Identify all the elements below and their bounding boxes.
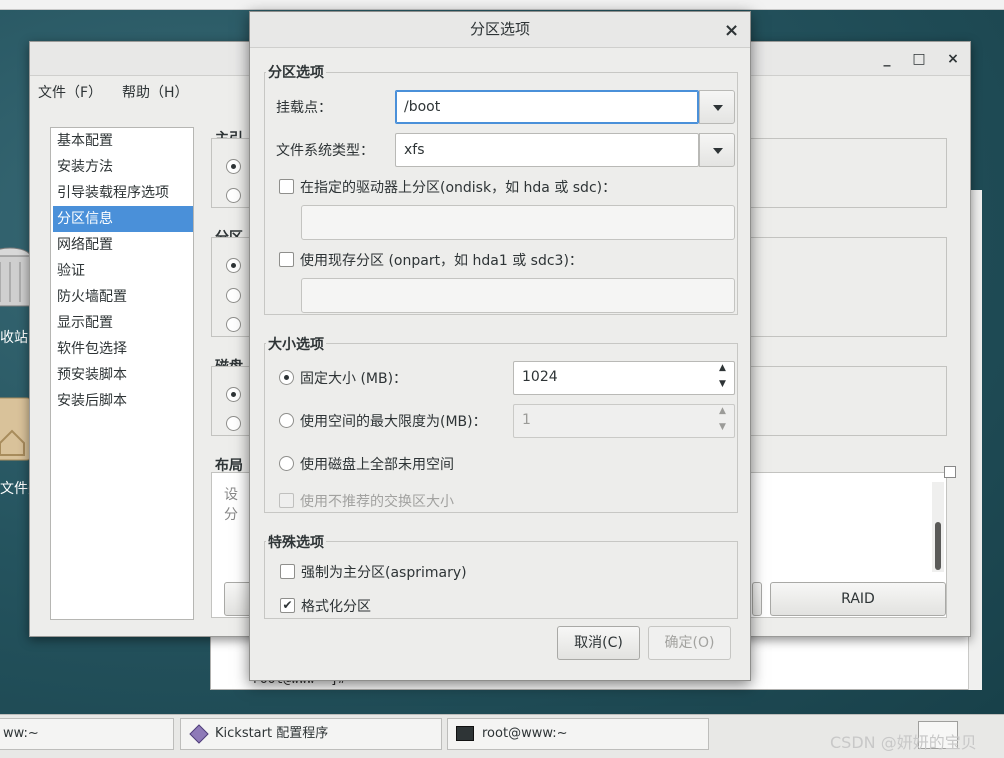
max-size-radio[interactable] xyxy=(279,413,294,428)
minimize-icon[interactable]: _ xyxy=(876,48,898,70)
partition-radio-1[interactable] xyxy=(226,258,241,273)
max-size-spinbox[interactable]: 1 ▲ ▼ xyxy=(513,404,735,438)
taskbar-terminal-label: root@www:~ xyxy=(482,726,568,741)
chevron-down-icon xyxy=(713,148,723,154)
menu-help[interactable]: 帮助（H） xyxy=(122,82,189,102)
terminal-app-icon xyxy=(456,726,474,741)
ondisk-label: 在指定的驱动器上分区(ondisk，如 hda 或 sdc)： xyxy=(300,180,617,196)
spin-up-icon[interactable]: ▲ xyxy=(719,406,726,416)
fill-disk-label: 使用磁盘上全部未用空间 xyxy=(300,457,454,473)
taskbar-kickstart-label: Kickstart 配置程序 xyxy=(215,726,329,741)
asprimary-label: 强制为主分区(asprimary) xyxy=(301,565,467,581)
spin-down-icon[interactable]: ▼ xyxy=(719,422,726,432)
partition-radio-2[interactable] xyxy=(226,288,241,303)
size-options-title: 大小选项 xyxy=(266,334,326,354)
layout-scrollbar[interactable] xyxy=(932,482,944,572)
max-size-value: 1 xyxy=(522,412,531,428)
format-label: 格式化分区 xyxy=(301,599,371,615)
trash-label: 收站 xyxy=(0,330,28,346)
watermark: CSDN @妍妍的宝贝 xyxy=(830,733,977,752)
home-folder-icon[interactable] xyxy=(0,393,31,463)
sidebar-item-display[interactable]: 显示配置 xyxy=(53,310,193,336)
asprimary-checkbox[interactable] xyxy=(280,564,295,579)
sidebar-item-post-script[interactable]: 安装后脚本 xyxy=(53,388,193,414)
folder-icon xyxy=(0,397,31,461)
mount-point-dropdown-button[interactable] xyxy=(699,90,735,124)
layout-header-2: 分 xyxy=(224,507,238,523)
mount-point-label: 挂载点： xyxy=(276,100,332,116)
chevron-down-icon xyxy=(713,105,723,111)
disk-radio-1[interactable] xyxy=(226,387,241,402)
raid-button[interactable]: RAID xyxy=(770,582,946,616)
layout-button-mid[interactable] xyxy=(752,582,762,616)
taskbar-item-terminal-1[interactable]: ww:~ xyxy=(0,718,174,750)
fstype-label: 文件系统类型： xyxy=(276,143,374,159)
trash-icon[interactable] xyxy=(0,244,32,314)
sidebar-item-firewall[interactable]: 防火墙配置 xyxy=(53,284,193,310)
scrollbar-thumb[interactable] xyxy=(935,522,941,570)
sidebar-item-packages[interactable]: 软件包选择 xyxy=(53,336,193,362)
mbr-radio-2[interactable] xyxy=(226,188,241,203)
sidebar-item-pre-script[interactable]: 预安装脚本 xyxy=(53,362,193,388)
spin-up-icon[interactable]: ▲ xyxy=(719,363,726,373)
sidebar-item-install-method[interactable]: 安装方法 xyxy=(53,154,193,180)
onpart-input[interactable] xyxy=(301,278,735,313)
ondisk-input[interactable] xyxy=(301,205,735,240)
swap-size-label: 使用不推荐的交换区大小 xyxy=(300,494,454,510)
layout-checkbox-corner[interactable] xyxy=(944,466,956,478)
taskbar-item-kickstart[interactable]: Kickstart 配置程序 xyxy=(180,718,442,750)
spin-down-icon[interactable]: ▼ xyxy=(719,379,726,389)
dialog-close-icon[interactable]: × xyxy=(724,20,739,41)
fstype-dropdown-button[interactable] xyxy=(699,133,735,167)
max-size-label: 使用空间的最大限度为(MB)： xyxy=(300,414,487,430)
fixed-size-label: 固定大小 (MB)： xyxy=(300,371,408,387)
mount-point-input[interactable]: /boot xyxy=(395,90,699,124)
fstype-select[interactable]: xfs xyxy=(395,133,699,167)
sidebar-item-network[interactable]: 网络配置 xyxy=(53,232,193,258)
close-icon[interactable]: × xyxy=(942,48,964,70)
sidebar-item-bootloader[interactable]: 引导装载程序选项 xyxy=(53,180,193,206)
mbr-radio-1[interactable] xyxy=(226,159,241,174)
fill-disk-radio[interactable] xyxy=(279,456,294,471)
taskbar-item-terminal-2[interactable]: root@www:~ xyxy=(447,718,709,750)
category-list[interactable]: 基本配置 安装方法 引导装载程序选项 分区信息 网络配置 验证 防火墙配置 显示… xyxy=(50,127,194,620)
sidebar-item-basic[interactable]: 基本配置 xyxy=(53,128,193,154)
layout-header-1: 设 xyxy=(224,487,238,503)
trash-can-icon xyxy=(0,247,31,307)
onpart-checkbox[interactable] xyxy=(279,252,294,267)
top-bar xyxy=(0,0,1004,10)
onpart-label: 使用现存分区 (onpart，如 hda1 或 sdc3)： xyxy=(300,253,583,269)
format-checkbox[interactable]: ✔ xyxy=(280,598,295,613)
special-options-title: 特殊选项 xyxy=(266,532,326,552)
maximize-icon[interactable]: □ xyxy=(908,48,930,70)
disk-radio-2[interactable] xyxy=(226,416,241,431)
kickstart-app-icon xyxy=(189,724,209,744)
sidebar-item-auth[interactable]: 验证 xyxy=(53,258,193,284)
fixed-size-value: 1024 xyxy=(522,369,558,385)
partition-radio-3[interactable] xyxy=(226,317,241,332)
partition-options-dialog[interactable]: 分区选项 × 分区选项 挂载点： /boot 文件系统类型： xfs 在指定的驱… xyxy=(249,11,751,681)
swap-size-checkbox[interactable] xyxy=(279,493,294,508)
ok-button[interactable]: 确定(O) xyxy=(648,626,731,660)
cancel-button[interactable]: 取消(C) xyxy=(557,626,640,660)
partition-options-title: 分区选项 xyxy=(266,62,326,82)
fixed-size-radio[interactable] xyxy=(279,370,294,385)
sidebar-item-partition[interactable]: 分区信息 xyxy=(53,206,193,232)
fixed-size-spinbox[interactable]: 1024 ▲ ▼ xyxy=(513,361,735,395)
menu-file[interactable]: 文件（F） xyxy=(38,82,102,102)
dialog-title: 分区选项 xyxy=(250,12,750,48)
ondisk-checkbox[interactable] xyxy=(279,179,294,194)
